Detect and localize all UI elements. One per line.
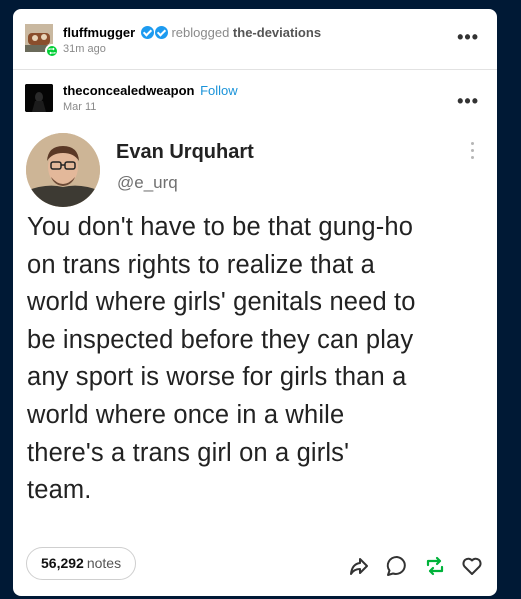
follow-button[interactable]: Follow: [200, 83, 238, 98]
notes-count: 56,292: [41, 555, 84, 571]
op-line: theconcealedweapon Follow: [63, 83, 238, 98]
reblog-source[interactable]: the-deviations: [233, 25, 321, 40]
more-icon[interactable]: •••: [457, 92, 479, 110]
tweet-display-name: Evan Urquhart: [116, 141, 254, 163]
post-card: fluffmugger reblogged the-deviations 31m…: [13, 9, 497, 596]
reblog-header: fluffmugger reblogged the-deviations 31m…: [13, 9, 497, 70]
reply-icon[interactable]: [385, 554, 409, 578]
tweet-handle: @e_urq: [117, 173, 178, 192]
verified-icon: [140, 26, 154, 39]
reblogger-avatar[interactable]: [25, 24, 59, 58]
tweet-text: You don't have to be that gung-ho on tra…: [27, 213, 416, 505]
op-date: Mar 11: [63, 101, 97, 113]
reblog-line: fluffmugger reblogged the-deviations: [63, 25, 321, 40]
reblog-icon[interactable]: [423, 554, 447, 578]
op-author[interactable]: theconcealedweapon: [63, 83, 194, 98]
verified-icon: [154, 26, 168, 39]
reblog-badge-icon: [45, 44, 59, 58]
tweet-more-icon: [471, 142, 475, 162]
heart-icon[interactable]: [460, 554, 484, 578]
reblog-time: 31m ago: [63, 43, 106, 55]
reblogger-name[interactable]: fluffmugger: [63, 25, 135, 40]
op-avatar[interactable]: [25, 84, 53, 112]
reblogged-text: reblogged: [171, 25, 230, 40]
notes-button[interactable]: 56,292 notes: [26, 547, 137, 580]
more-icon[interactable]: •••: [457, 28, 479, 46]
tweet-avatar: [26, 133, 100, 207]
notes-label: notes: [86, 555, 122, 571]
share-icon[interactable]: [347, 554, 371, 578]
